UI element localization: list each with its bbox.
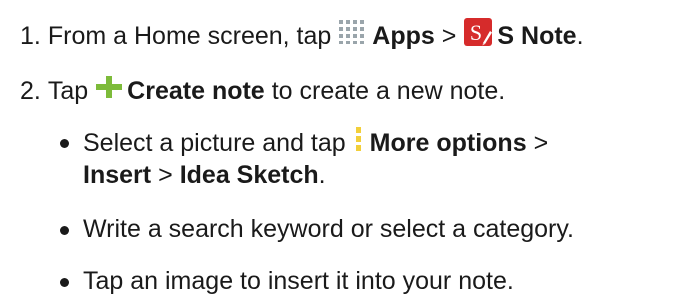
plus-icon — [95, 74, 123, 107]
s-note-label: S Note — [497, 21, 577, 50]
bullet-item-3: Tap an image to insert it into your note… — [60, 266, 514, 296]
apps-grid-icon — [338, 19, 368, 52]
step-end: . — [576, 21, 584, 50]
step-2: 2. Tap Create note to create a new note. — [20, 74, 505, 107]
bullet-text: Write a search keyword or select a categ… — [83, 215, 574, 243]
bullet-item-1: Select a picture and tap More options > — [60, 125, 548, 160]
more-options-icon — [353, 125, 363, 160]
bullet-item-2: Write a search keyword or select a categ… — [60, 214, 574, 244]
separator: > — [158, 161, 173, 189]
step-text: Tap — [47, 76, 89, 105]
step-number: 2. — [20, 76, 41, 105]
step-text-suffix: to create a new note. — [271, 76, 506, 105]
bullet-end: . — [318, 161, 326, 189]
bullet-item-1-continued: Insert > Idea Sketch . — [83, 160, 326, 190]
instruction-document: 1. From a Home screen, tap Apps > S S No… — [0, 0, 687, 299]
bullet-dot — [60, 277, 69, 287]
idea-sketch-label: Idea Sketch — [179, 161, 319, 189]
step-text: From a Home screen, tap — [47, 21, 332, 50]
bullet-dot — [60, 139, 69, 148]
s-note-app-icon: S — [463, 17, 493, 54]
create-note-label: Create note — [127, 76, 265, 105]
svg-text:S: S — [470, 20, 482, 45]
bullet-text: Tap an image to insert it into your note… — [83, 267, 514, 295]
insert-label: Insert — [83, 161, 152, 189]
bullet-dot — [60, 225, 69, 235]
step-1: 1. From a Home screen, tap Apps > S S No… — [20, 17, 584, 54]
apps-label: Apps — [372, 21, 435, 50]
step-number: 1. — [20, 21, 41, 50]
more-options-label: More options — [369, 128, 527, 157]
separator: > — [441, 21, 457, 50]
bullet-text: Select a picture and tap — [83, 128, 346, 157]
separator: > — [533, 128, 549, 157]
